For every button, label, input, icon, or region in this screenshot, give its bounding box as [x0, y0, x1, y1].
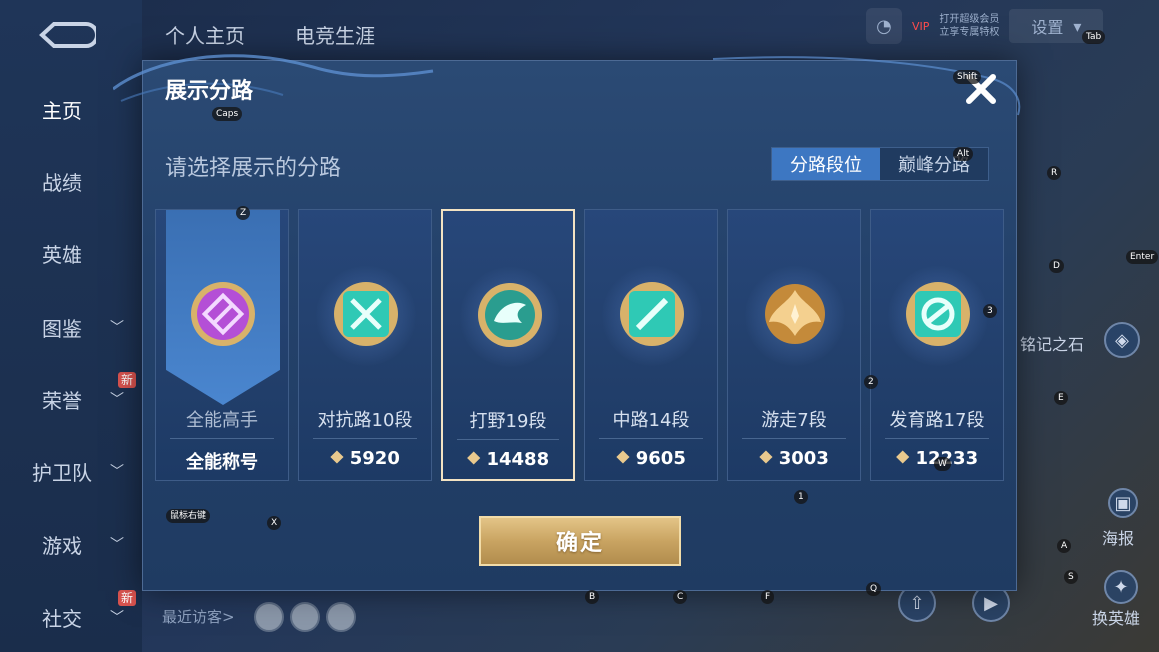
- card-lane-name: 对抗路10段: [317, 410, 413, 431]
- emblem-round-icon[interactable]: ◈: [1104, 322, 1140, 358]
- card-lane-name: 中路14段: [612, 410, 690, 431]
- tab-esports[interactable]: 电竞生涯: [295, 20, 375, 49]
- swap-hero-label[interactable]: 换英雄: [1092, 605, 1140, 629]
- key-hint-d: D: [1049, 259, 1064, 273]
- key-hint-shift: Shift: [953, 70, 982, 84]
- allround-emblem-icon: [191, 282, 255, 346]
- background-top-right: ◔ VIP 打开超级会员 立享专属特权 设置 ▾: [866, 8, 1104, 44]
- lane-card-allround[interactable]: 全能高手 全能称号: [155, 209, 289, 481]
- key-hint-1: 1: [794, 490, 808, 504]
- chevron-down-icon: ▾: [1073, 16, 1082, 36]
- poster-icon[interactable]: ▣: [1108, 488, 1138, 518]
- clash-lane-emblem-icon: [334, 282, 398, 346]
- farm-lane-emblem-icon: [906, 282, 970, 346]
- confirm-button[interactable]: 确定: [479, 516, 681, 566]
- key-hint-mouse-right: 鼠标右键: [166, 509, 211, 523]
- key-hint-e: E: [1054, 391, 1068, 405]
- card-divider: [599, 438, 703, 439]
- rank-points-icon: ⯁: [759, 448, 773, 469]
- background-tabs: 个人主页 电竞生涯: [165, 20, 375, 49]
- memorial-stone-label[interactable]: 铭记之石: [1020, 331, 1084, 355]
- chevron-down-icon: ﹀: [110, 392, 124, 408]
- card-score: ⯁ 14488: [466, 449, 550, 470]
- new-badge: 新: [118, 372, 137, 388]
- chevron-down-icon: ﹀: [110, 320, 124, 336]
- swap-hero-icon[interactable]: ✦: [1104, 570, 1138, 604]
- chevron-down-icon: ﹀: [110, 610, 124, 626]
- card-score: ⯁ 9605: [616, 448, 686, 469]
- lane-card-list: 全能高手 全能称号 对抗路10段 ⯁ 5920 打野19段 ⯁ 14488 中路…: [155, 209, 1005, 481]
- sidebar-item-guard[interactable]: 护卫队 ﹀: [0, 446, 142, 496]
- card-divider: [170, 438, 274, 439]
- card-divider: [885, 438, 989, 439]
- sidebar-item-heroes[interactable]: 英雄: [0, 228, 142, 278]
- chevron-down-icon: ﹀: [110, 464, 124, 480]
- sidebar-item-games[interactable]: 游戏 ﹀: [0, 519, 142, 569]
- key-hint-s: S: [1064, 570, 1078, 584]
- key-hint-3: 3: [983, 304, 997, 318]
- sidebar-item-social[interactable]: 社交 ﹀ 新: [0, 590, 142, 642]
- key-hint-enter: Enter: [1126, 250, 1159, 264]
- card-divider: [742, 438, 846, 439]
- key-hint-tab: Tab: [1082, 30, 1106, 44]
- rank-points-icon: ⯁: [466, 449, 481, 470]
- card-score: ⯁ 3003: [759, 448, 829, 469]
- card-divider: [313, 438, 417, 439]
- poster-label[interactable]: 海报: [1102, 525, 1134, 549]
- rank-points-icon: ⯁: [895, 448, 910, 469]
- card-score: ⯁ 5920: [330, 448, 400, 469]
- key-hint-r: R: [1047, 166, 1062, 180]
- background-sidebar: 主页 战绩 英雄 图鉴 ﹀ 荣誉 ﹀ 新 护卫队 ﹀ 游戏 ﹀ 社交 ﹀ 新: [0, 0, 142, 652]
- sidebar-item-records[interactable]: 战绩: [0, 156, 142, 206]
- sidebar-item-honor[interactable]: 荣誉 ﹀ 新: [0, 372, 142, 424]
- key-hint-caps: Caps: [212, 107, 243, 121]
- avatar[interactable]: [254, 602, 284, 632]
- sidebar-item-codex[interactable]: 图鉴 ﹀: [0, 302, 142, 352]
- lane-card-farm[interactable]: 发育路17段 ⯁12233: [870, 209, 1004, 481]
- promo-text[interactable]: 打开超级会员 立享专属特权: [939, 13, 999, 39]
- rank-points-icon: ⯁: [616, 448, 630, 469]
- new-badge: 新: [118, 590, 137, 606]
- card-divider: [457, 439, 559, 440]
- lane-card-jungle[interactable]: 打野19段 ⯁ 14488: [441, 209, 575, 481]
- jungle-emblem-icon: [478, 283, 542, 347]
- vip-badge[interactable]: VIP: [912, 20, 929, 33]
- lane-card-clash[interactable]: 对抗路10段 ⯁ 5920: [298, 209, 432, 481]
- recent-visitors-link[interactable]: 最近访客>: [162, 606, 235, 627]
- lane-card-roam[interactable]: 游走7段 ⯁ 3003: [727, 209, 861, 481]
- card-lane-name: 全能高手: [186, 410, 258, 431]
- key-hint-w: W: [934, 457, 951, 471]
- sidebar-item-home[interactable]: 主页: [0, 84, 142, 134]
- lane-display-dialog: 展示分路 请选择展示的分路 分路段位 巅峰分路 全能高手 全能称号 对抗路10段…: [113, 54, 1021, 591]
- card-lane-name: 游走7段: [761, 410, 827, 431]
- key-hint-f: F: [761, 590, 775, 604]
- key-hint-q: Q: [866, 582, 882, 596]
- roam-emblem-icon: [765, 284, 825, 344]
- card-lane-name: 发育路17段: [889, 410, 985, 431]
- lane-card-mid[interactable]: 中路14段 ⯁ 9605: [584, 209, 718, 481]
- avatar[interactable]: [326, 602, 356, 632]
- tab-lane-rank[interactable]: 分路段位: [772, 148, 880, 180]
- chevron-down-icon: ﹀: [110, 537, 124, 553]
- key-hint-b: B: [585, 590, 600, 604]
- key-hint-2: 2: [864, 375, 878, 389]
- rank-points-icon: ⯁: [330, 448, 344, 469]
- card-score: 全能称号: [186, 452, 258, 473]
- penguin-icon[interactable]: ◔: [866, 8, 902, 44]
- key-hint-a: A: [1057, 539, 1072, 553]
- tab-profile[interactable]: 个人主页: [165, 20, 245, 49]
- dialog-title: 展示分路: [165, 79, 254, 104]
- key-hint-alt: Alt: [953, 147, 974, 161]
- avatar[interactable]: [290, 602, 320, 632]
- card-lane-name: 打野19段: [469, 411, 547, 432]
- key-hint-c: C: [673, 590, 688, 604]
- mid-lane-emblem-icon: [620, 282, 684, 346]
- back-arrow-icon[interactable]: [36, 20, 96, 50]
- dialog-subtitle: 请选择展示的分路: [165, 156, 342, 181]
